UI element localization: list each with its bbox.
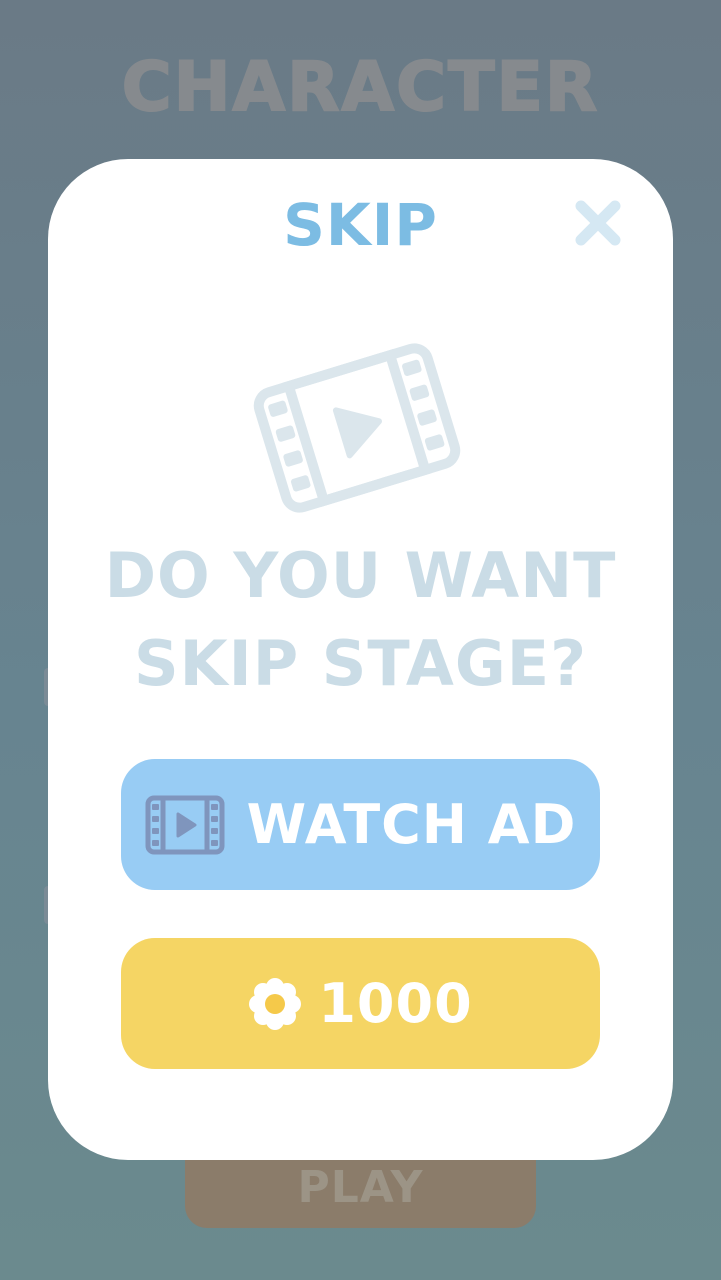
- watch-ad-button[interactable]: WATCH AD: [121, 759, 600, 890]
- skip-question: DO YOU WANT SKIP STAGE?: [60, 532, 661, 708]
- question-line: DO YOU WANT: [104, 539, 617, 612]
- close-button[interactable]: [570, 195, 626, 251]
- screen-title: CHARACTER: [121, 47, 600, 128]
- film-play-icon: [252, 340, 462, 515]
- play-button-label: PLAY: [297, 1162, 424, 1213]
- flower-coin-icon: [249, 977, 302, 1030]
- question-line: SKIP STAGE?: [133, 627, 588, 700]
- coin-cost-label: 1000: [318, 972, 473, 1035]
- game-screen: CHARACTER PLAY SKIP DO YOU WANT SKIP STA…: [0, 0, 721, 1280]
- close-icon: [575, 200, 621, 246]
- coin-skip-button[interactable]: 1000: [121, 938, 600, 1069]
- watch-ad-label: WATCH AD: [246, 793, 577, 856]
- film-play-icon: [145, 795, 225, 854]
